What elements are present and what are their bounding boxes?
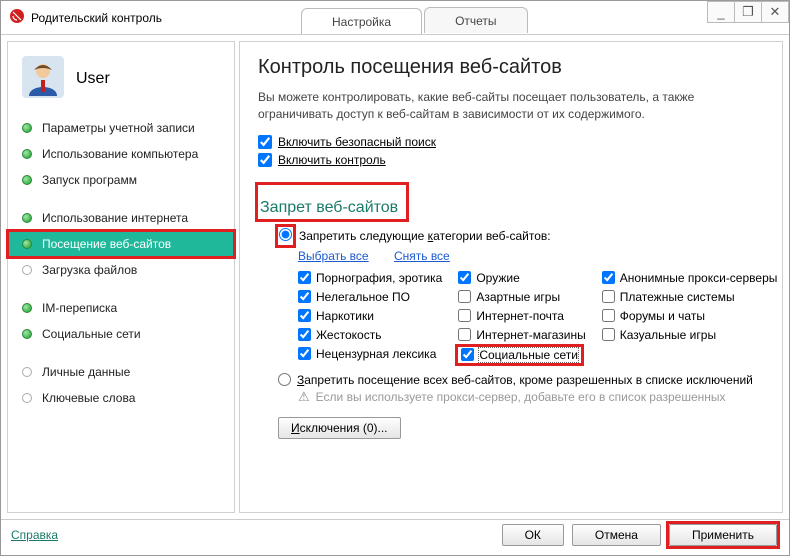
close-button[interactable]: ✕ [761,1,789,23]
user-name: User [76,70,110,88]
category-label[interactable]: Жестокость [316,328,381,342]
category-label[interactable]: Платежные системы [620,290,735,304]
sidebar-item-label: Загрузка файлов [42,263,137,277]
block-all-label[interactable]: Запретить посещение всех веб-сайтов, кро… [297,373,753,387]
help-link[interactable]: Справка [11,528,58,542]
content-panel: Контроль посещения веб-сайтов Вы можете … [239,41,783,513]
block-all-radio[interactable] [278,373,291,386]
sidebar-item-5[interactable]: Загрузка файлов [8,257,234,283]
safe-search-label[interactable]: Включить безопасный поиск [278,135,436,149]
exclusions-button[interactable]: Исключения (0)... [278,417,401,439]
ok-button[interactable]: ОК [502,524,564,546]
sidebar-item-label: Социальные сети [42,327,141,341]
tab-reports[interactable]: Отчеты [424,7,527,33]
category-label[interactable]: Оружие [476,271,519,285]
status-dot-icon [22,367,32,377]
enable-control-label[interactable]: Включить контроль [278,153,386,167]
category-label[interactable]: Социальные сети [479,348,578,362]
block-categories-radio[interactable] [279,228,292,241]
sidebar-item-label: Использование интернета [42,211,188,225]
minimize-button[interactable]: _ [707,1,735,23]
proxy-hint: Если вы используете прокси-сервер, добав… [316,390,726,404]
status-dot-icon [22,393,32,403]
category-checkbox[interactable] [298,290,311,303]
warning-icon: ⚠ [298,389,310,405]
sidebar-item-4[interactable]: Посещение веб-сайтов [8,231,234,257]
category-checkbox[interactable] [298,309,311,322]
block-categories-label[interactable]: Запретить следующие категории веб-сайтов… [299,229,551,243]
safe-search-checkbox[interactable] [258,135,272,149]
category-checkbox[interactable] [602,271,615,284]
category-label[interactable]: Форумы и чаты [620,309,705,323]
sidebar-item-label: IM-переписка [42,301,117,315]
titlebar: Родительский контроль Настройка Отчеты _… [1,1,789,35]
category-label[interactable]: Порнография, эротика [316,271,442,285]
clear-all-link[interactable]: Снять все [394,249,450,263]
category-label[interactable]: Нецензурная лексика [316,347,436,361]
sidebar-item-3[interactable]: Использование интернета [8,205,234,231]
category-label[interactable]: Наркотики [316,309,374,323]
status-dot-icon [22,123,32,133]
status-dot-icon [22,149,32,159]
category-checkbox[interactable] [298,328,311,341]
avatar [22,56,64,101]
sidebar-item-label: Использование компьютера [42,147,198,161]
category-checkbox[interactable] [458,271,471,284]
sidebar-item-2[interactable]: Запуск программ [8,167,234,193]
category-label[interactable]: Азартные игры [476,290,560,304]
user-block: User [8,50,234,115]
status-dot-icon [22,239,32,249]
category-checkbox[interactable] [602,290,615,303]
sidebar-item-7[interactable]: Социальные сети [8,321,234,347]
category-grid: Порнография, эротика Нелегальное ПО Наркот… [258,271,764,363]
sidebar-item-8[interactable]: Личные данные [8,359,234,385]
sidebar-item-label: Параметры учетной записи [42,121,195,135]
status-dot-icon [22,213,32,223]
category-checkbox[interactable] [461,348,474,361]
sidebar-item-6[interactable]: IM-переписка [8,295,234,321]
sidebar-item-label: Ключевые слова [42,391,135,405]
window-title: Родительский контроль [31,11,162,25]
category-label[interactable]: Интернет-магазины [476,328,585,342]
sidebar-item-label: Запуск программ [42,173,137,187]
category-links: Выбрать все Снять все [258,249,764,263]
app-icon [9,8,25,27]
cancel-button[interactable]: Отмена [572,524,661,546]
category-checkbox[interactable] [602,309,615,322]
sidebar-item-1[interactable]: Использование компьютера [8,141,234,167]
tab-settings[interactable]: Настройка [301,8,422,34]
restore-button[interactable]: ❐ [734,1,762,23]
select-all-link[interactable]: Выбрать все [298,249,369,263]
status-dot-icon [22,175,32,185]
category-checkbox[interactable] [458,290,471,303]
category-label[interactable]: Анонимные прокси-серверы [620,271,778,285]
footer: Справка ОК Отмена Применить [1,519,789,549]
sidebar-item-label: Посещение веб-сайтов [42,237,171,251]
status-dot-icon [22,303,32,313]
section-heading: Запрет веб-сайтов [260,199,398,217]
category-checkbox[interactable] [458,309,471,322]
category-label[interactable]: Нелегальное ПО [316,290,410,304]
apply-button[interactable]: Применить [669,524,777,546]
sidebar-item-9[interactable]: Ключевые слова [8,385,234,411]
sidebar-item-label: Личные данные [42,365,130,379]
category-checkbox[interactable] [298,271,311,284]
category-label[interactable]: Казуальные игры [620,328,716,342]
status-dot-icon [22,329,32,339]
category-checkbox[interactable] [458,328,471,341]
page-description: Вы можете контролировать, какие веб-сайт… [258,89,764,123]
page-heading: Контроль посещения веб-сайтов [258,56,764,79]
category-label[interactable]: Интернет-почта [476,309,564,323]
enable-control-checkbox[interactable] [258,153,272,167]
category-checkbox[interactable] [298,347,311,360]
category-checkbox[interactable] [602,328,615,341]
status-dot-icon [22,265,32,275]
sidebar: User Параметры учетной записи Использован… [7,41,235,513]
sidebar-item-0[interactable]: Параметры учетной записи [8,115,234,141]
